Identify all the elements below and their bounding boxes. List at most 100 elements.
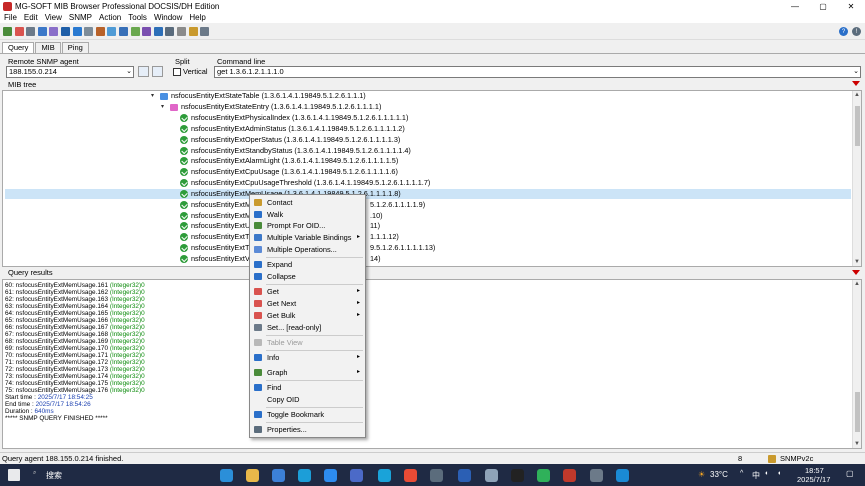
- tab-mib[interactable]: MIB: [35, 42, 61, 53]
- options-icon[interactable]: [200, 27, 210, 36]
- tab-ping[interactable]: Ping: [61, 42, 89, 53]
- app-icon[interactable]: [616, 469, 629, 482]
- maximize-button[interactable]: ▢: [809, 0, 837, 12]
- tree-leaf[interactable]: nsfocusEntityExtM: [180, 211, 251, 221]
- get-icon[interactable]: [60, 27, 70, 36]
- terminal-icon[interactable]: [511, 469, 524, 482]
- trap-icon[interactable]: [130, 27, 140, 36]
- command-line-input[interactable]: get 1.3.6.1.2.1.1.1.0 ⌄: [214, 66, 861, 78]
- menu-item-info[interactable]: Info ▸: [250, 352, 365, 363]
- app-icon[interactable]: [485, 469, 498, 482]
- menu-item-get-bulk[interactable]: Get Bulk ▸: [250, 310, 365, 321]
- menu-view[interactable]: View: [45, 13, 62, 22]
- menu-item-properties[interactable]: Properties...: [250, 424, 365, 435]
- collapse-pane-icon[interactable]: [852, 81, 860, 86]
- close-button[interactable]: ✕: [837, 0, 865, 12]
- collapse-pane-icon[interactable]: [852, 270, 860, 275]
- app-icon[interactable]: [350, 469, 363, 482]
- menu-file[interactable]: File: [4, 13, 17, 22]
- app-icon[interactable]: [590, 469, 603, 482]
- scroll-thumb[interactable]: [855, 392, 860, 432]
- menu-item-get-next[interactable]: Get Next ▸: [250, 298, 365, 309]
- tree-leaf[interactable]: nsfocusEntityExtM: [180, 200, 251, 210]
- menu-item-copy-oid[interactable]: Copy OID: [250, 394, 365, 405]
- weather-icon[interactable]: ☀: [698, 470, 705, 479]
- menu-tools[interactable]: Tools: [128, 13, 147, 22]
- settings-icon[interactable]: [142, 27, 152, 36]
- tree-leaf[interactable]: nsfocusEntityExtTe: [180, 243, 253, 253]
- clock-time[interactable]: 18:57: [805, 466, 824, 475]
- compile-icon[interactable]: [107, 27, 117, 36]
- menu-item-multiple-operations[interactable]: Multiple Operations...: [250, 244, 365, 255]
- mib-browser-taskbar-icon[interactable]: [563, 469, 576, 482]
- expander-icon[interactable]: ▾: [161, 102, 168, 112]
- app-icon[interactable]: [537, 469, 550, 482]
- clock-date[interactable]: 2025/7/17: [797, 475, 830, 484]
- menu-item-multiple-variable-bindings[interactable]: Multiple Variable Bindings ▸: [250, 232, 365, 243]
- info-icon[interactable]: [72, 27, 82, 36]
- menu-item-graph[interactable]: Graph ▸: [250, 367, 365, 378]
- agent-combo[interactable]: 188.155.0.214 ⌄: [6, 66, 134, 78]
- scroll-up-icon[interactable]: ▲: [854, 281, 860, 287]
- menu-window[interactable]: Window: [154, 13, 182, 22]
- tree-leaf[interactable]: nsfocusEntityExtTe: [180, 232, 253, 242]
- windows-start-icon[interactable]: [8, 469, 20, 481]
- tree-leaf[interactable]: nsfocusEntityExtUp: [180, 221, 254, 231]
- mail-icon[interactable]: [298, 469, 311, 482]
- walk-icon[interactable]: [49, 27, 59, 36]
- file-explorer-icon[interactable]: [246, 469, 259, 482]
- menu-item-walk[interactable]: Walk: [250, 209, 365, 220]
- app-icon[interactable]: [430, 469, 443, 482]
- results-scrollbar[interactable]: ▲ ▼: [852, 280, 861, 448]
- menu-snmp[interactable]: SNMP: [69, 13, 92, 22]
- chrome-icon[interactable]: [404, 469, 417, 482]
- scroll-down-icon[interactable]: ▼: [854, 259, 860, 265]
- minimize-button[interactable]: —: [781, 0, 809, 12]
- menu-help[interactable]: Help: [189, 13, 205, 22]
- switch-agent-icon[interactable]: [152, 66, 163, 77]
- menu-item-get[interactable]: Get ▸: [250, 286, 365, 297]
- weather-temp[interactable]: 33°C: [710, 470, 728, 479]
- menu-action[interactable]: Action: [99, 13, 121, 22]
- word-icon[interactable]: [458, 469, 471, 482]
- menu-item-find[interactable]: Find: [250, 382, 365, 393]
- agent-properties-icon[interactable]: [138, 66, 149, 77]
- vertical-checkbox[interactable]: [173, 68, 181, 76]
- tree-leaf[interactable]: nsfocusEntityExtPhysicalIndex (1.3.6.1.4…: [180, 113, 408, 123]
- notification-icon[interactable]: ▢: [846, 469, 854, 478]
- save-icon[interactable]: [165, 27, 175, 36]
- tree-leaf[interactable]: nsfocusEntityExtOperStatus (1.3.6.1.4.1.…: [180, 135, 400, 145]
- tree-leaf[interactable]: nsfocusEntityExtAdminStatus (1.3.6.1.4.1…: [180, 124, 405, 134]
- scroll-thumb[interactable]: [855, 106, 860, 146]
- tree-leaf[interactable]: nsfocusEntityExtVo: [180, 254, 253, 264]
- chevron-down-icon[interactable]: ⌄: [126, 67, 132, 77]
- load-mib-icon[interactable]: [118, 27, 128, 36]
- network-icon[interactable]: ◐: [765, 470, 769, 477]
- tray-chevron-icon[interactable]: ^: [740, 470, 743, 477]
- menu-item-collapse[interactable]: Collapse: [250, 271, 365, 282]
- edge-icon[interactable]: [220, 469, 233, 482]
- tree-leaf[interactable]: nsfocusEntityExtAlarmLight (1.3.6.1.4.1.…: [180, 156, 398, 166]
- disconnect-icon[interactable]: [14, 27, 24, 36]
- chevron-down-icon[interactable]: ⌄: [853, 67, 859, 77]
- taskbar-search-label[interactable]: 搜索: [46, 470, 62, 481]
- menu-item-toggle-bookmark[interactable]: Toggle Bookmark: [250, 409, 365, 420]
- help-icon[interactable]: ?: [839, 27, 848, 36]
- prompt-icon[interactable]: [37, 27, 47, 36]
- search-icon[interactable]: ⌕: [33, 470, 36, 477]
- print-icon[interactable]: [176, 27, 186, 36]
- expander-icon[interactable]: ▾: [151, 91, 158, 101]
- app-icon[interactable]: [378, 469, 391, 482]
- scroll-up-icon[interactable]: ▲: [854, 92, 860, 98]
- store-icon[interactable]: [272, 469, 285, 482]
- graph-icon[interactable]: [95, 27, 105, 36]
- tree-leaf[interactable]: nsfocusEntityExtCpuUsageThreshold (1.3.6…: [180, 178, 430, 188]
- contact-icon[interactable]: [3, 27, 12, 36]
- ime-indicator[interactable]: 中: [752, 470, 760, 481]
- volume-icon[interactable]: ◖: [777, 470, 781, 477]
- menu-item-contact[interactable]: Contact: [250, 197, 365, 208]
- tree-leaf-selected[interactable]: nsfocusEntityExtMemUsage (1.3.6.1.4.1.19…: [5, 189, 851, 199]
- tree-node[interactable]: ▾ nsfocusEntityExtStateEntry (1.3.6.1.4.…: [161, 102, 381, 112]
- tree-leaf[interactable]: nsfocusEntityExtCpuUsage (1.3.6.1.4.1.19…: [180, 167, 398, 177]
- tree-leaf[interactable]: nsfocusEntityExtStandbyStatus (1.3.6.1.4…: [180, 146, 411, 156]
